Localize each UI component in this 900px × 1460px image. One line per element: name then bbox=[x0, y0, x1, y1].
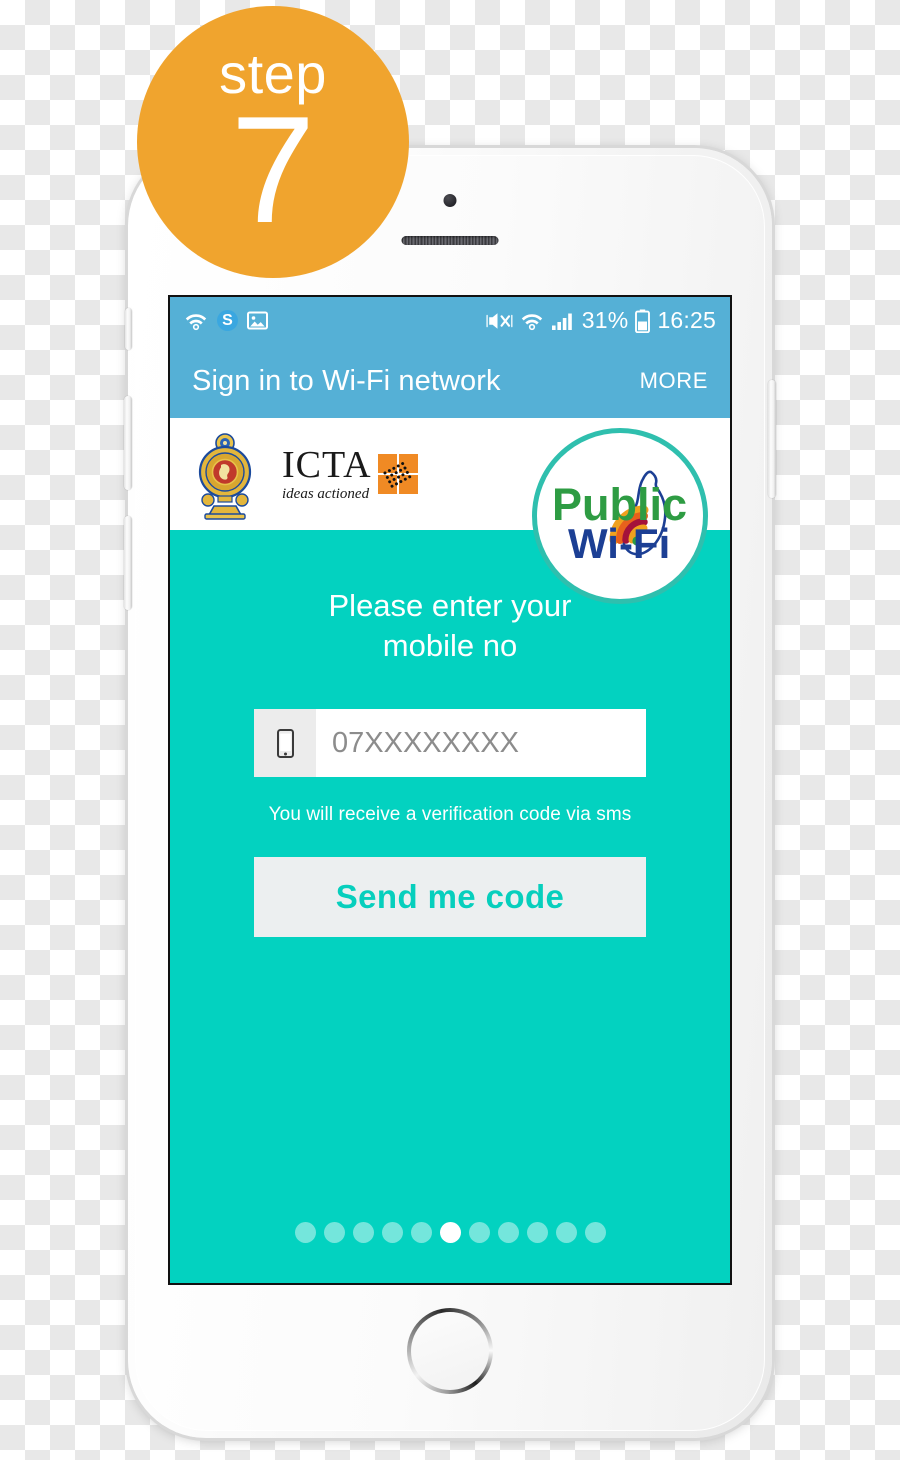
logo-header: ICTA ideas actioned Public Wi-Fi bbox=[170, 418, 730, 604]
mobile-number-field[interactable] bbox=[254, 709, 725, 778]
page-dot[interactable] bbox=[497, 1222, 519, 1243]
mute-switch[interactable] bbox=[125, 308, 132, 350]
power-button[interactable] bbox=[768, 380, 776, 498]
page-dot[interactable] bbox=[410, 1222, 432, 1243]
public-wifi-mark: Public Wi-Fi bbox=[552, 470, 687, 567]
skype-icon: S bbox=[217, 310, 238, 331]
battery-percent: 31% bbox=[581, 307, 629, 333]
mobile-number-input[interactable] bbox=[316, 709, 725, 778]
phone-device: S 31% 16:25 Sign in to Wi-Fi network MOR… bbox=[124, 148, 776, 1438]
send-me-code-button[interactable]: Send me code bbox=[254, 857, 646, 938]
wifi-word: Wi-Fi bbox=[568, 520, 670, 567]
wifi-icon bbox=[184, 311, 208, 331]
page-dot[interactable] bbox=[526, 1222, 548, 1243]
volume-down-button[interactable] bbox=[124, 516, 132, 610]
public-wifi-logo: Public Wi-Fi bbox=[532, 428, 708, 604]
wifi-icon bbox=[520, 311, 544, 331]
step-number: 7 bbox=[230, 85, 316, 256]
status-bar: S 31% 16:25 bbox=[170, 297, 730, 344]
icta-logo: ICTA ideas actioned bbox=[282, 446, 418, 502]
volume-up-button[interactable] bbox=[124, 396, 132, 490]
status-bar-right-icons: 31% 16:25 bbox=[486, 307, 716, 334]
mute-icon bbox=[486, 310, 513, 332]
home-button-face bbox=[411, 1312, 489, 1390]
page-dot[interactable] bbox=[439, 1222, 461, 1243]
icta-wordmark: ICTA ideas actioned bbox=[282, 446, 372, 502]
helper-text: You will receive a verification code via… bbox=[268, 804, 632, 826]
earpiece-speaker bbox=[401, 236, 499, 245]
page-indicator[interactable] bbox=[170, 1222, 730, 1243]
page-dot[interactable] bbox=[352, 1222, 374, 1243]
step-badge: step 7 bbox=[137, 6, 409, 278]
icta-orange-mark bbox=[377, 454, 418, 494]
sri-lanka-government-emblem bbox=[198, 433, 252, 520]
mobile-phone-icon bbox=[254, 709, 316, 778]
page-dot[interactable] bbox=[323, 1222, 345, 1243]
icta-name: ICTA bbox=[282, 444, 372, 486]
front-camera-icon bbox=[443, 194, 457, 207]
page-dot[interactable] bbox=[555, 1222, 577, 1243]
status-bar-left-icons: S bbox=[184, 310, 268, 331]
battery-icon bbox=[635, 309, 651, 333]
icta-tagline: ideas actioned bbox=[282, 486, 370, 502]
image-icon bbox=[247, 311, 268, 330]
page-title: Sign in to Wi-Fi network bbox=[192, 364, 501, 397]
app-bar: Sign in to Wi-Fi network MORE bbox=[170, 344, 730, 418]
clock: 16:25 bbox=[657, 307, 716, 333]
home-button[interactable] bbox=[407, 1308, 493, 1394]
more-button[interactable]: MORE bbox=[640, 368, 708, 394]
signal-icon bbox=[551, 311, 575, 331]
page-dot[interactable] bbox=[584, 1222, 606, 1243]
phone-screen: S 31% 16:25 Sign in to Wi-Fi network MOR… bbox=[170, 297, 730, 1283]
page-dot[interactable] bbox=[468, 1222, 490, 1243]
page-dot[interactable] bbox=[294, 1222, 316, 1243]
page-dot[interactable] bbox=[381, 1222, 403, 1243]
